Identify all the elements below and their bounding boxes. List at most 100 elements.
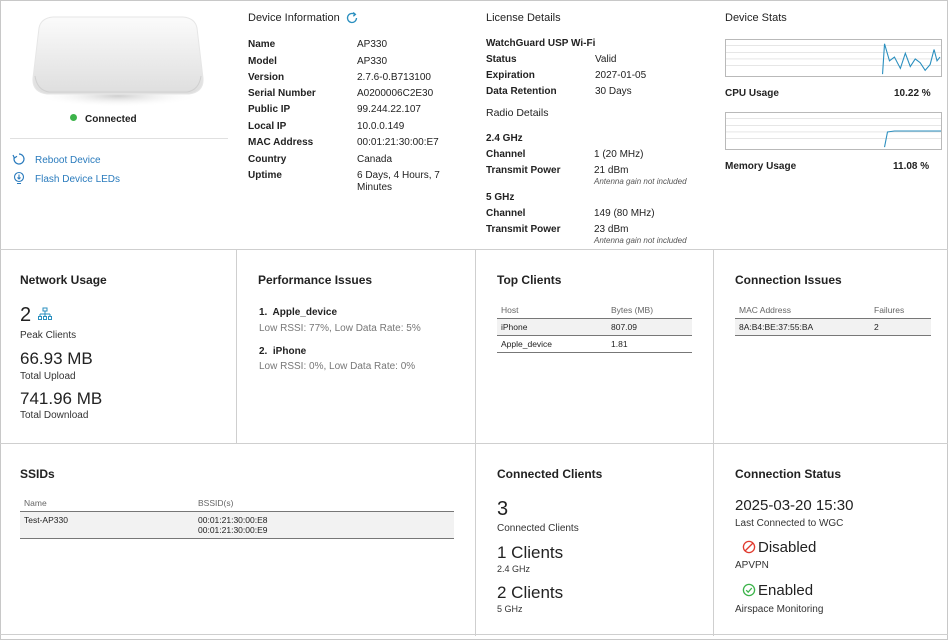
airspace-status: Enabled — [742, 582, 813, 599]
radio-key: Transmit Power — [486, 165, 561, 176]
performance-detail: Low RSSI: 0%, Low Data Rate: 0% — [259, 361, 416, 372]
cpu-usage-value: 10.22 % — [894, 88, 931, 99]
row-divider — [0, 443, 948, 444]
radio-value: 23 dBm — [594, 224, 629, 235]
license-key: Expiration — [486, 70, 535, 81]
cpu-usage-chart — [725, 39, 942, 77]
total-upload-label: Total Upload — [20, 371, 76, 382]
reboot-device-link[interactable]: Reboot Device — [12, 152, 101, 166]
row-divider — [0, 634, 948, 635]
band-name: 2.4 GHz — [486, 133, 523, 144]
license-value: 2027-01-05 — [595, 70, 647, 81]
radio-key: Channel — [486, 208, 526, 219]
apvpn-label: APVPN — [735, 560, 769, 571]
column-header: MAC Address — [735, 303, 870, 319]
table-row[interactable]: Apple_device 1.81 — [497, 335, 692, 353]
last-connected-value: 2025-03-20 15:30 — [735, 497, 854, 514]
antenna-note: Antenna gain not included — [594, 177, 687, 186]
item-number: 2. — [259, 346, 268, 357]
info-value: 00:01:21:30:00:E7 — [357, 137, 439, 148]
failures-cell: 2 — [870, 318, 931, 336]
memory-usage-chart — [725, 112, 942, 150]
connection-issues-table: MAC Address Failures 8A:B4:BE:37:55:BA 2 — [735, 303, 931, 336]
antenna-note: Antenna gain not included — [594, 236, 687, 245]
bytes-cell: 807.09 — [607, 318, 692, 336]
host-cell: Apple_device — [497, 335, 607, 353]
bytes-cell: 1.81 — [607, 335, 692, 353]
info-key: Uptime — [248, 170, 282, 181]
top-clients-table: Host Bytes (MB) iPhone 807.09 Apple_devi… — [497, 303, 692, 353]
item-number: 1. — [259, 307, 268, 318]
ssids-table: Name BSSID(s) Test-AP330 00:01:21:30:00:… — [20, 496, 454, 539]
status-dot-icon — [70, 114, 77, 121]
info-value: 10.0.0.149 — [357, 121, 405, 132]
table-row[interactable]: iPhone 807.09 — [497, 318, 692, 336]
access-point-image — [32, 16, 204, 107]
performance-item[interactable]: 2. iPhone — [259, 346, 306, 357]
table-row[interactable]: Test-AP330 00:01:21:30:00:E8 00:01:21:30… — [20, 511, 454, 539]
info-key: Model — [248, 56, 277, 67]
connected-clients-title: Connected Clients — [497, 467, 603, 481]
info-key: Country — [248, 154, 287, 165]
radio-key: Channel — [486, 149, 526, 160]
info-value: A0200006C2E30 — [357, 88, 434, 99]
apvpn-state-text: Disabled — [758, 539, 817, 556]
item-name: Apple_device — [272, 307, 338, 318]
reboot-label: Reboot Device — [35, 155, 101, 166]
table-header-row: Name BSSID(s) — [20, 496, 454, 512]
column-header: BSSID(s) — [194, 496, 454, 512]
info-value: Minutes — [357, 182, 393, 193]
info-key: MAC Address — [248, 137, 314, 148]
table-header-row: Host Bytes (MB) — [497, 303, 692, 319]
performance-item[interactable]: 1. Apple_device — [259, 307, 337, 318]
peak-clients-label: Peak Clients — [20, 330, 77, 341]
col-divider — [236, 249, 237, 443]
memory-usage-line — [883, 130, 941, 148]
flash-leds-link[interactable]: Flash Device LEDs — [12, 171, 120, 185]
divider — [10, 138, 228, 139]
total-upload-value: 66.93 MB — [20, 349, 93, 368]
license-key: Status — [486, 54, 517, 65]
disabled-icon — [742, 540, 756, 554]
license-value: 30 Days — [595, 86, 632, 97]
col-divider — [475, 249, 476, 636]
column-header: Bytes (MB) — [607, 303, 692, 319]
flash-label: Flash Device LEDs — [35, 174, 121, 185]
license-title: License Details — [486, 12, 561, 24]
license-product: WatchGuard USP Wi-Fi — [486, 38, 596, 49]
connection-status: Connected — [70, 114, 137, 125]
device-info-title: Device Information — [248, 12, 340, 24]
item-name: iPhone — [272, 346, 307, 357]
band24-clients: 1 Clients — [497, 543, 564, 562]
last-connected-label: Last Connected to WGC — [735, 518, 844, 529]
airspace-state-text: Enabled — [758, 582, 814, 599]
total-download-value: 741.96 MB — [20, 389, 103, 408]
status-text: Connected — [85, 114, 137, 125]
airspace-label: Airspace Monitoring — [735, 604, 824, 615]
reboot-icon — [12, 153, 25, 165]
band5-clients: 2 Clients — [497, 583, 564, 602]
license-key: Data Retention — [486, 86, 557, 97]
info-key: Public IP — [248, 104, 291, 115]
radio-value: 1 (20 MHz) — [594, 149, 644, 160]
column-header: Host — [497, 303, 607, 319]
apvpn-status: Disabled — [742, 539, 816, 556]
info-value: AP330 — [357, 39, 388, 50]
refresh-icon[interactable] — [345, 11, 359, 25]
total-download-label: Total Download — [20, 410, 89, 421]
device-stats-title: Device Stats — [725, 12, 787, 24]
table-row[interactable]: 8A:B4:BE:37:55:BA 2 — [735, 318, 931, 336]
network-topology-icon — [38, 307, 52, 320]
connected-clients-label: Connected Clients — [497, 523, 579, 534]
col-divider — [713, 249, 714, 636]
mac-cell: 8A:B4:BE:37:55:BA — [735, 318, 870, 336]
band-name: 5 GHz — [486, 192, 515, 203]
ssid-name-cell: Test-AP330 — [20, 511, 194, 539]
peak-clients-value: 2 — [20, 304, 32, 326]
bssid-value: 00:01:21:30:00:E9 — [198, 525, 268, 535]
info-key: Local IP — [248, 121, 287, 132]
license-value: Valid — [595, 54, 617, 65]
bssid-value: 00:01:21:30:00:E8 — [198, 515, 268, 525]
performance-detail: Low RSSI: 77%, Low Data Rate: 5% — [259, 323, 421, 334]
connection-issues-title: Connection Issues — [735, 273, 842, 287]
